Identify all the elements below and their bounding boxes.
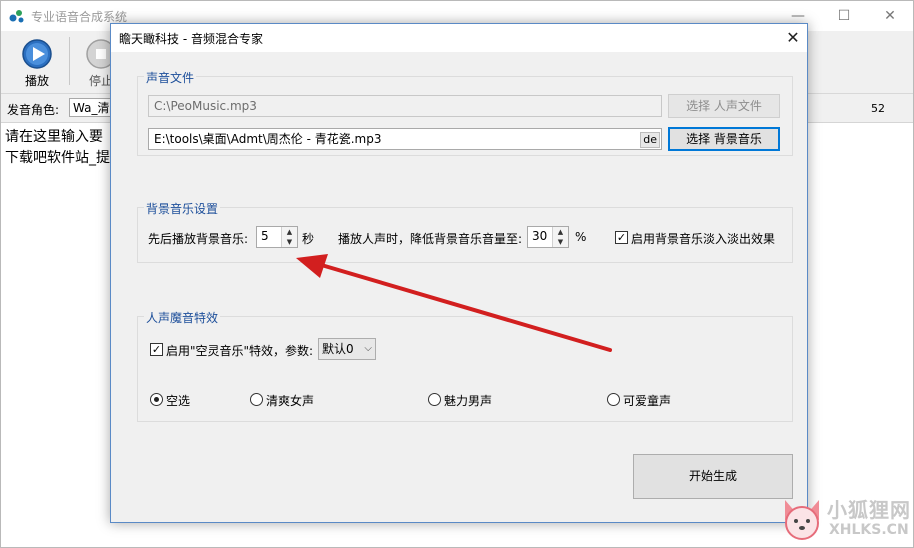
delay-unit: 秒 xyxy=(302,232,315,246)
radio-empty-label: 空选 xyxy=(166,394,191,408)
select-bg-music-button[interactable]: 选择 背景音乐 xyxy=(668,127,780,151)
chevron-down-icon: ⌵ xyxy=(364,343,372,354)
spin-up-icon[interactable]: ▲ xyxy=(553,227,568,237)
bg-settings-group: 背景音乐设置 先后播放背景音乐: 5 ▲ ▼ 秒 播放人声时，降低背景音乐音量至:… xyxy=(137,200,793,263)
watermark: 小狐狸网 XHLKS.CN xyxy=(775,490,914,548)
radio-charm-male-label: 魅力男声 xyxy=(444,394,493,408)
text-line: 下载吧软件站_提 xyxy=(5,150,110,166)
role-label: 发音角色: xyxy=(7,103,60,117)
play-label: 播放 xyxy=(24,74,49,88)
spin-up-icon[interactable]: ▲ xyxy=(282,227,297,237)
watermark-domain: XHLKS.CN xyxy=(829,522,909,538)
delay-spinner[interactable]: 5 ▲ ▼ xyxy=(256,226,298,248)
effect-param-select[interactable]: 默认0 ⌵ xyxy=(318,338,376,360)
bg-path-tag: de xyxy=(640,132,660,148)
sound-files-title: 声音文件 xyxy=(144,69,197,86)
play-button[interactable]: 播放 xyxy=(7,35,67,89)
reduce-spinner[interactable]: 30 ▲ ▼ xyxy=(527,226,569,248)
radio-fresh-female[interactable] xyxy=(250,393,263,406)
role-number: 52 xyxy=(871,102,885,115)
reduce-unit: % xyxy=(575,230,587,244)
dialog-title: 瞻天瞰科技 - 音频混合专家 xyxy=(119,32,263,46)
watermark-name: 小狐狸网 xyxy=(827,498,911,522)
reduce-label: 播放人声时，降低背景音乐音量至: xyxy=(338,232,523,246)
dialog-close-button[interactable]: ✕ xyxy=(781,26,805,50)
effect-enable-label: 启用"空灵音乐"特效，参数: xyxy=(166,344,314,358)
toolbar-separator xyxy=(69,37,70,85)
effect-param-value: 默认0 xyxy=(322,342,354,356)
spin-down-icon[interactable]: ▼ xyxy=(553,237,568,247)
play-icon xyxy=(22,39,52,69)
bg-music-path-text: E:\tools\桌面\Admt\周杰伦 - 青花瓷.mp3 xyxy=(154,132,382,146)
spin-down-icon[interactable]: ▼ xyxy=(282,237,297,247)
delay-value: 5 xyxy=(261,229,269,243)
delay-label: 先后播放背景音乐: xyxy=(148,232,249,246)
fade-checkbox[interactable]: ✓ xyxy=(615,231,628,244)
bg-settings-title: 背景音乐设置 xyxy=(144,200,221,217)
reduce-value: 30 xyxy=(532,229,548,243)
fox-logo-icon xyxy=(785,500,819,540)
voice-file-path: C:\PeoMusic.mp3 xyxy=(148,95,662,117)
dialog-titlebar: 瞻天瞰科技 - 音频混合专家 ✕ xyxy=(111,24,807,52)
radio-empty[interactable] xyxy=(150,393,163,406)
app-logo-icon xyxy=(9,10,24,23)
start-generate-button[interactable]: 开始生成 xyxy=(633,454,793,499)
radio-cute-child-label: 可爱童声 xyxy=(623,394,672,408)
maximize-button[interactable]: ☐ xyxy=(827,5,861,27)
effect-enable-checkbox[interactable]: ✓ xyxy=(150,343,163,356)
radio-charm-male[interactable] xyxy=(428,393,441,406)
fade-label: 启用背景音乐淡入淡出效果 xyxy=(631,232,776,246)
voice-effects-title: 人声魔音特效 xyxy=(144,309,221,326)
audio-mix-dialog: 瞻天瞰科技 - 音频混合专家 ✕ 声音文件 C:\PeoMusic.mp3 选择… xyxy=(110,23,808,523)
tts-text-area[interactable]: 请在这里输入要 下载吧软件站_提 xyxy=(5,127,125,169)
voice-effects-group: 人声魔音特效 ✓ 启用"空灵音乐"特效，参数: 默认0 ⌵ 空选 清爽女声 魅力… xyxy=(137,309,793,422)
radio-cute-child[interactable] xyxy=(607,393,620,406)
text-line: 请在这里输入要 xyxy=(5,129,103,145)
radio-fresh-female-label: 清爽女声 xyxy=(266,394,315,408)
bg-music-path[interactable]: E:\tools\桌面\Admt\周杰伦 - 青花瓷.mp3 de xyxy=(148,128,662,150)
close-button[interactable]: ✕ xyxy=(873,5,907,27)
select-voice-file-button[interactable]: 选择 人声文件 xyxy=(668,94,780,118)
sound-files-group: 声音文件 C:\PeoMusic.mp3 选择 人声文件 E:\tools\桌面… xyxy=(137,69,793,156)
